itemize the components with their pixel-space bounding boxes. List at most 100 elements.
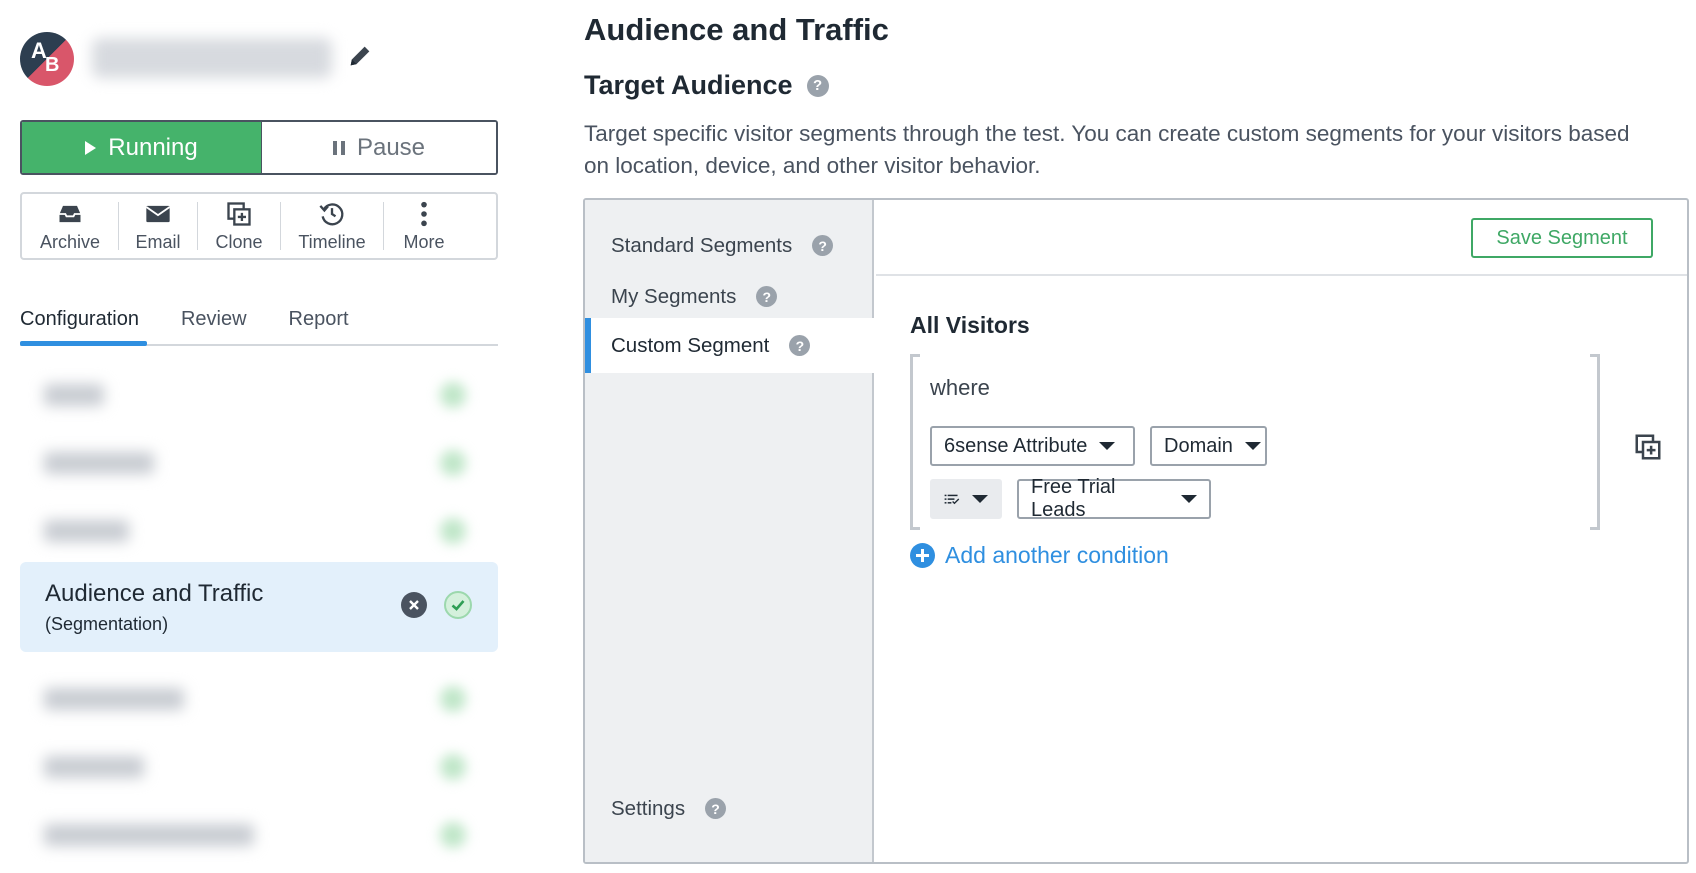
check-icon <box>440 686 466 712</box>
help-icon[interactable]: ? <box>789 335 811 356</box>
sidebar-item-redacted[interactable] <box>20 500 498 560</box>
more-label: More <box>403 231 445 252</box>
more-vertical-icon <box>421 201 427 226</box>
segment-toolbar: Save Segment <box>876 200 1687 276</box>
check-icon <box>440 822 466 848</box>
clone-label: Clone <box>215 231 263 252</box>
seg-nav-settings[interactable]: Settings ? <box>585 781 874 836</box>
caret-down-icon <box>1244 442 1261 450</box>
more-button[interactable]: More <box>384 194 464 258</box>
save-segment-button[interactable]: Save Segment <box>1471 218 1653 258</box>
close-icon <box>409 600 419 610</box>
archive-button[interactable]: Archive <box>22 194 118 258</box>
timeline-label: Timeline <box>298 231 366 252</box>
sidebar-item-title: Audience and Traffic <box>45 580 264 607</box>
section-title: Target Audience ? <box>584 70 829 101</box>
campaign-name-redacted <box>92 38 332 78</box>
where-label: where <box>930 375 990 400</box>
email-icon <box>145 205 171 222</box>
redacted-label <box>44 824 254 846</box>
redacted-label <box>44 688 184 710</box>
pause-label: Pause <box>356 133 426 161</box>
campaign-tabs: Configuration Review Report <box>20 300 498 346</box>
group-bracket-left <box>910 354 920 530</box>
sidebar-item-redacted[interactable] <box>20 736 498 796</box>
list-check-icon <box>944 494 960 505</box>
condition-group-title: All Visitors <box>910 312 1030 338</box>
segment-nav: Standard Segments ? My Segments ? Custom… <box>585 200 876 862</box>
help-icon[interactable]: ? <box>812 235 834 256</box>
segment-editor: Save Segment All Visitors where 6sense A… <box>876 200 1687 862</box>
operator-dropdown[interactable] <box>930 479 1002 519</box>
seg-nav-label: Standard Segments <box>611 233 793 257</box>
pencil-icon[interactable] <box>346 42 374 70</box>
page-title: Audience and Traffic <box>584 12 889 47</box>
archive-label: Archive <box>39 231 101 252</box>
group-bracket-right <box>1590 354 1600 530</box>
pause-button[interactable]: Pause <box>261 122 496 173</box>
sidebar-item-redacted[interactable] <box>20 364 498 424</box>
history-icon <box>319 202 344 225</box>
field-dropdown-value: Domain <box>1164 434 1233 457</box>
sidebar-item-redacted[interactable] <box>20 668 498 728</box>
seg-nav-custom-segment[interactable]: Custom Segment ? <box>585 318 876 373</box>
help-icon[interactable]: ? <box>705 798 727 819</box>
check-icon <box>440 754 466 780</box>
tab-configuration[interactable]: Configuration <box>20 300 147 346</box>
tab-review[interactable]: Review <box>181 300 247 344</box>
caret-down-icon <box>972 495 988 503</box>
seg-nav-label: Settings <box>611 796 686 820</box>
attribute-dropdown[interactable]: 6sense Attribute <box>930 426 1135 466</box>
caret-down-icon <box>1099 442 1116 450</box>
value-dropdown-value: Free Trial Leads <box>1031 476 1116 521</box>
check-icon <box>440 450 466 476</box>
campaign-avatar: A B <box>20 32 74 86</box>
plus-circle-icon <box>910 543 935 568</box>
help-icon[interactable]: ? <box>806 74 829 97</box>
email-label: Email <box>135 231 181 252</box>
caret-down-icon <box>1181 495 1197 503</box>
redacted-label <box>44 384 104 406</box>
sidebar-item-redacted[interactable] <box>20 804 498 864</box>
sidebar-item-subtitle: (Segmentation) <box>45 614 169 634</box>
campaign-header: A B <box>20 30 498 86</box>
clone-button[interactable]: Clone <box>198 194 280 258</box>
avatar-letter-b: B <box>45 54 60 76</box>
redacted-label <box>44 756 144 778</box>
check-icon <box>440 382 466 408</box>
clone-icon <box>227 201 251 226</box>
sidebar-item-redacted[interactable] <box>20 432 498 492</box>
help-icon[interactable]: ? <box>756 286 778 307</box>
segment-panel: Standard Segments ? My Segments ? Custom… <box>583 198 1689 864</box>
running-button[interactable]: Running <box>22 122 261 173</box>
section-description: Target specific visitor segments through… <box>584 121 1630 178</box>
seg-nav-standard-segments[interactable]: Standard Segments ? <box>585 218 874 273</box>
value-dropdown[interactable]: Free Trial Leads <box>1017 476 1211 521</box>
redacted-label <box>44 452 154 474</box>
archive-icon <box>59 205 81 222</box>
target-audience-heading: Target Audience <box>584 70 793 100</box>
attribute-dropdown-value: 6sense Attribute <box>944 434 1088 457</box>
tab-report[interactable]: Report <box>289 300 349 344</box>
check-circle-icon <box>444 591 472 619</box>
pause-icon <box>332 140 345 155</box>
seg-nav-label: My Segments <box>611 284 737 308</box>
add-condition-button[interactable]: Add another condition <box>910 542 1169 569</box>
duplicate-condition-icon[interactable] <box>1633 432 1663 462</box>
seg-nav-my-segments[interactable]: My Segments ? <box>585 269 874 324</box>
sidebar-item-audience-and-traffic[interactable]: Audience and Traffic (Segmentation) <box>20 562 498 652</box>
field-dropdown[interactable]: Domain <box>1150 426 1267 466</box>
seg-nav-label: Custom Segment <box>611 333 770 357</box>
running-label: Running <box>108 133 198 161</box>
timeline-button[interactable]: Timeline <box>281 194 383 258</box>
run-pause-toggle: Running Pause <box>20 120 498 175</box>
check-icon <box>440 518 466 544</box>
email-button[interactable]: Email <box>119 194 197 258</box>
play-icon <box>85 140 97 155</box>
add-condition-label: Add another condition <box>945 542 1169 568</box>
left-sidebar: A B Running Pause Archive Email Clone Ti… <box>20 0 498 873</box>
clear-icon[interactable] <box>401 592 427 618</box>
redacted-label <box>44 520 129 542</box>
campaign-actions-bar: Archive Email Clone Timeline More <box>20 192 498 260</box>
check-icon <box>451 600 465 611</box>
